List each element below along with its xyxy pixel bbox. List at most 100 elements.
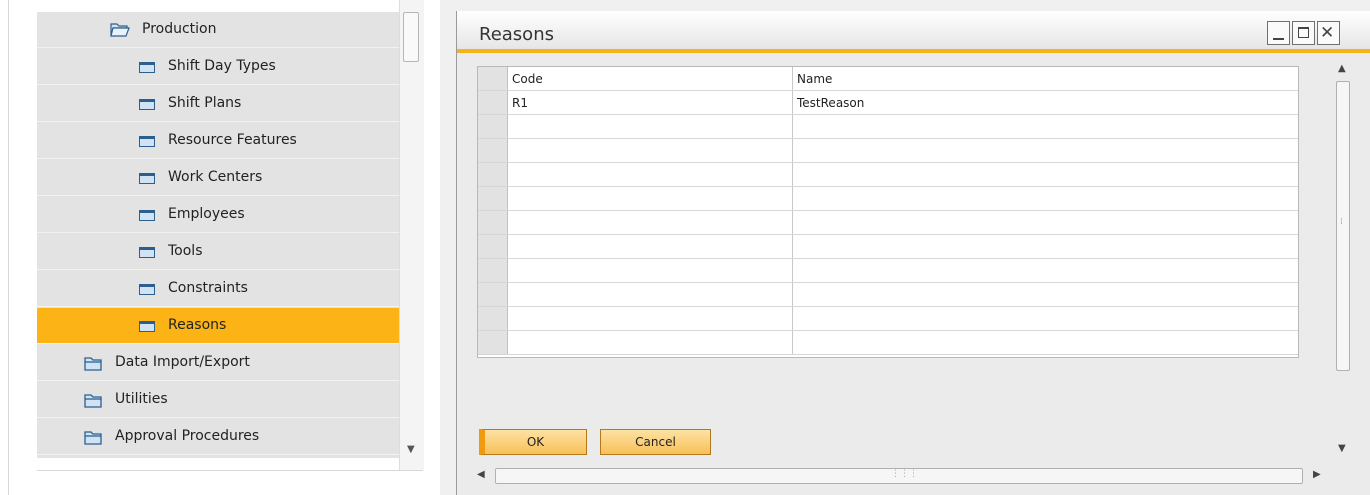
row-selector[interactable]	[478, 187, 508, 210]
row-selector[interactable]	[478, 235, 508, 258]
name-cell[interactable]	[793, 331, 1298, 354]
row-selector[interactable]	[478, 331, 508, 354]
minimize-button[interactable]	[1267, 21, 1290, 45]
row-selector[interactable]	[478, 283, 508, 306]
name-cell[interactable]	[793, 211, 1298, 234]
vertical-scrollbar[interactable]: ▲ ⁞ ▼	[1332, 59, 1354, 459]
folder-icon	[84, 356, 102, 371]
grid-header-row: Code Name	[478, 67, 1298, 91]
row-selector[interactable]	[478, 307, 508, 330]
tree-item-tools[interactable]: Tools	[37, 234, 399, 270]
form-icon	[139, 321, 155, 332]
scroll-up-arrow-icon[interactable]: ▲	[1338, 63, 1346, 74]
form-icon	[139, 62, 155, 73]
table-row	[478, 163, 1298, 187]
name-cell[interactable]	[793, 187, 1298, 210]
folder-open-icon	[110, 22, 130, 38]
maximize-button[interactable]	[1292, 21, 1315, 45]
column-header-name[interactable]: Name	[793, 67, 1298, 90]
name-cell[interactable]	[793, 307, 1298, 330]
scrollbar-thumb[interactable]: ⋮⋮⋮	[495, 468, 1303, 484]
code-cell[interactable]	[508, 259, 793, 282]
scroll-down-arrow-icon[interactable]: ▼	[1338, 443, 1346, 454]
table-row	[478, 259, 1298, 283]
code-cell[interactable]	[508, 211, 793, 234]
code-cell[interactable]	[508, 331, 793, 354]
tree-item-shift-plans[interactable]: Shift Plans	[37, 86, 399, 122]
code-cell[interactable]	[508, 139, 793, 162]
tree-item-production[interactable]: Production	[37, 12, 399, 48]
name-cell[interactable]: TestReason	[793, 91, 1298, 114]
name-cell[interactable]	[793, 163, 1298, 186]
row-selector[interactable]	[478, 91, 508, 114]
tree-item-employees[interactable]: Employees	[37, 197, 399, 233]
tree-item-constraints[interactable]: Constraints	[37, 271, 399, 307]
code-cell[interactable]	[508, 307, 793, 330]
grip-icon: ⋮⋮⋮	[891, 469, 918, 479]
tree-item-label: Employees	[168, 206, 245, 222]
navigation-pane: Production Shift Day Types Shift Plans R…	[0, 0, 440, 495]
code-cell[interactable]	[508, 235, 793, 258]
name-cell[interactable]	[793, 283, 1298, 306]
tree-scrollbar[interactable]: ▼	[399, 0, 424, 470]
row-selector[interactable]	[478, 163, 508, 186]
form-icon	[139, 99, 155, 110]
cancel-button[interactable]: Cancel	[600, 429, 711, 455]
tree-item-label: Tools	[168, 243, 203, 259]
tree-item-resource-features[interactable]: Resource Features	[37, 123, 399, 159]
scroll-down-arrow-icon[interactable]: ▼	[407, 444, 415, 455]
grip-icon: ⁞	[1340, 217, 1343, 227]
tree-item-shift-day-types[interactable]: Shift Day Types	[37, 49, 399, 85]
table-row	[478, 139, 1298, 163]
form-icon	[139, 284, 155, 295]
form-icon	[139, 247, 155, 258]
code-cell[interactable]	[508, 163, 793, 186]
code-cell[interactable]	[508, 187, 793, 210]
name-cell[interactable]	[793, 139, 1298, 162]
table-row	[478, 235, 1298, 259]
tree-item-label: Production	[142, 21, 217, 37]
name-cell[interactable]	[793, 235, 1298, 258]
tree-item-label: Resource Features	[168, 132, 297, 148]
row-selector-header[interactable]	[478, 67, 508, 90]
table-row	[478, 283, 1298, 307]
tree-item-label: Work Centers	[168, 169, 263, 185]
tree-item-label: Data Import/Export	[115, 354, 250, 370]
tree-item-label: Shift Plans	[168, 95, 242, 111]
tree-item-label: Utilities	[115, 391, 168, 407]
table-row	[478, 211, 1298, 235]
name-cell[interactable]	[793, 115, 1298, 138]
code-cell[interactable]	[508, 283, 793, 306]
table-row	[478, 187, 1298, 211]
row-selector[interactable]	[478, 211, 508, 234]
tree-item-approval-procedures[interactable]: Approval Procedures	[37, 419, 399, 455]
close-button[interactable]: ✕	[1317, 21, 1340, 45]
scrollbar-thumb[interactable]: ⁞	[1336, 81, 1350, 371]
ok-button[interactable]: OK	[479, 429, 587, 455]
code-cell[interactable]	[508, 115, 793, 138]
table-row	[478, 307, 1298, 331]
scrollbar-thumb[interactable]	[403, 12, 419, 62]
row-selector[interactable]	[478, 139, 508, 162]
row-selector[interactable]	[478, 259, 508, 282]
window-titlebar[interactable]: Reasons ✕	[457, 11, 1370, 53]
form-icon	[139, 136, 155, 147]
scroll-left-arrow-icon[interactable]: ◀	[477, 469, 485, 480]
tree-item-data-import-export[interactable]: Data Import/Export	[37, 345, 399, 381]
table-row: R1 TestReason	[478, 91, 1298, 115]
column-header-code[interactable]: Code	[508, 67, 793, 90]
code-cell[interactable]: R1	[508, 91, 793, 114]
form-icon	[139, 173, 155, 184]
close-icon: ✕	[1320, 23, 1335, 43]
table-row	[478, 331, 1298, 355]
tree-item-label: Reasons	[168, 317, 227, 333]
tree-item-reasons[interactable]: Reasons	[37, 308, 399, 344]
row-selector[interactable]	[478, 115, 508, 138]
tree-item-work-centers[interactable]: Work Centers	[37, 160, 399, 196]
window-title: Reasons	[479, 24, 554, 45]
tree-item-label: Approval Procedures	[115, 428, 260, 444]
scroll-right-arrow-icon[interactable]: ▶	[1313, 469, 1321, 480]
name-cell[interactable]	[793, 259, 1298, 282]
tree-item-utilities[interactable]: Utilities	[37, 382, 399, 418]
horizontal-scrollbar[interactable]: ◀ ⋮⋮⋮ ▶	[473, 466, 1331, 486]
